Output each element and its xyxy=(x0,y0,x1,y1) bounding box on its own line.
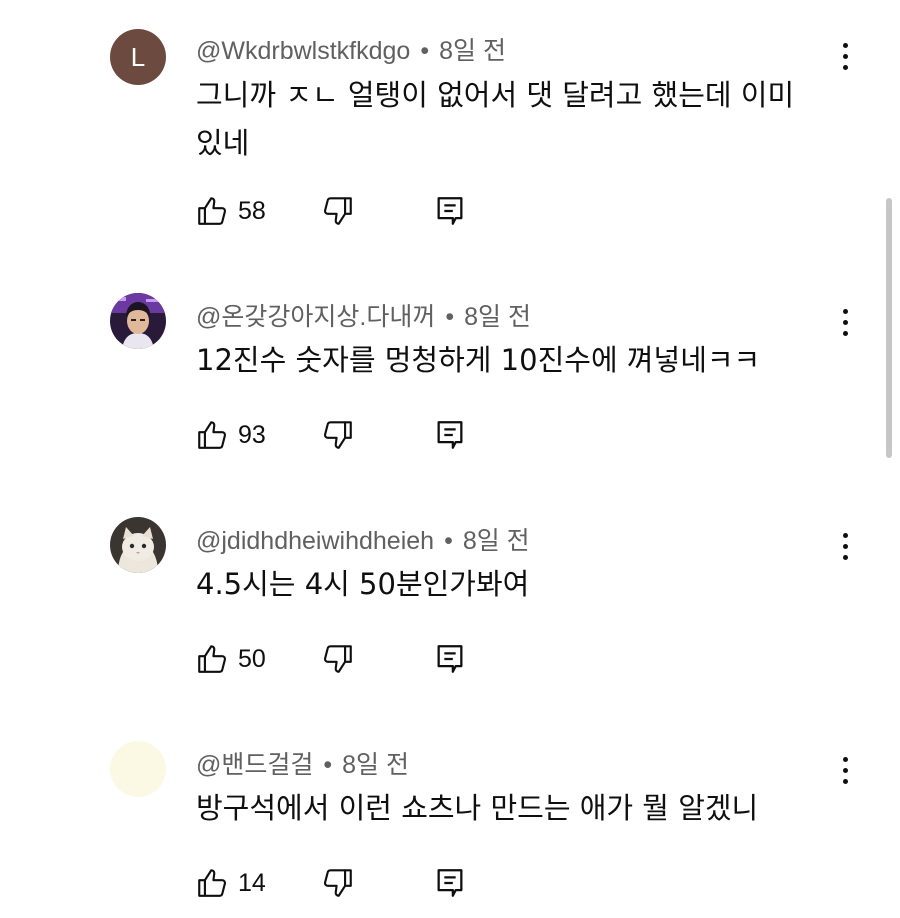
reply-button[interactable] xyxy=(430,863,470,903)
avatar[interactable]: L xyxy=(110,29,166,85)
comment-meta: @Wkdrbwlstkfkdgo • 8일 전 xyxy=(196,31,506,67)
more-vert-icon xyxy=(842,42,848,48)
thumbs-down-icon xyxy=(323,869,352,897)
reply-comment-icon xyxy=(437,869,463,897)
more-vert-icon xyxy=(842,756,848,762)
more-vert-icon-dot xyxy=(842,319,848,325)
comment-item: @jdidhdheiwihdheieh • 8일 전 4.5시는 4시 50분인가봐… xyxy=(0,448,900,673)
avatar-letter: L xyxy=(130,41,146,72)
comment-time[interactable]: 8일 전 xyxy=(464,303,531,331)
person-photo-icon xyxy=(110,293,166,349)
like-count: 93 xyxy=(238,420,266,449)
more-vert-icon-dot xyxy=(842,330,848,336)
more-options-button[interactable] xyxy=(830,36,860,76)
more-vert-icon-dot xyxy=(842,543,848,549)
thumbs-up-icon xyxy=(198,869,227,897)
comment-text: 4.5시는 4시 50분인가봐여 xyxy=(196,567,530,601)
comment-text: 12진수 숫자를 멍청하게 10진수에 껴넣네ㅋㅋ xyxy=(196,343,761,377)
avatar[interactable] xyxy=(110,517,166,573)
more-vert-icon xyxy=(842,308,848,314)
comment-time[interactable]: 8일 전 xyxy=(463,527,530,555)
comment-item: L @Wkdrbwlstkfkdgo • 8일 전 그니까 ㅈㄴ 얼탱이 없어서 댓… xyxy=(0,0,900,225)
thumbs-down-icon xyxy=(323,645,352,673)
more-vert-icon-dot xyxy=(842,767,848,773)
comment-meta: @밴드걸걸 • 8일 전 xyxy=(196,745,409,781)
comment-item: @밴드걸걸 • 8일 전 방구석에서 이런 쇼츠나 만드는 애가 뭘 알겠니 14 xyxy=(0,672,900,897)
meta-separator: • xyxy=(323,751,333,779)
scrollbar[interactable] xyxy=(886,198,892,458)
comment-time[interactable]: 8일 전 xyxy=(342,751,409,779)
thumbs-down-icon xyxy=(323,421,352,449)
like-count: 14 xyxy=(238,868,266,897)
avatar[interactable] xyxy=(110,293,166,349)
comment-meta: @온갖강아지상.다내꺼 • 8일 전 xyxy=(196,297,531,333)
meta-separator: • xyxy=(445,303,455,331)
comment-actions: 14 xyxy=(192,863,470,903)
like-count: 58 xyxy=(238,196,266,225)
dislike-button[interactable] xyxy=(318,863,358,903)
comment-author[interactable]: @밴드걸걸 xyxy=(196,751,313,779)
thumbs-up-icon xyxy=(198,421,227,449)
more-vert-icon-dot xyxy=(842,778,848,784)
comment-author[interactable]: @온갖강아지상.다내꺼 xyxy=(196,303,435,331)
comment-item: @온갖강아지상.다내꺼 • 8일 전 12진수 숫자를 멍청하게 10진수에 껴넣네… xyxy=(0,224,900,449)
like-button[interactable] xyxy=(192,863,232,903)
comment-text: 그니까 ㅈㄴ 얼탱이 없어서 댓 달려고 했는데 이미 있네 xyxy=(196,78,795,160)
comment-meta: @jdidhdheiwihdheieh • 8일 전 xyxy=(196,521,530,557)
more-vert-icon-dot xyxy=(842,53,848,59)
like-count: 50 xyxy=(238,644,266,673)
meta-separator: • xyxy=(444,527,453,555)
more-vert-icon-dot xyxy=(842,554,848,560)
more-options-button[interactable] xyxy=(830,750,860,790)
thumbs-up-icon xyxy=(198,197,227,225)
comment-author[interactable]: @jdidhdheiwihdheieh xyxy=(196,527,434,555)
avatar[interactable] xyxy=(110,741,166,797)
more-options-button[interactable] xyxy=(830,526,860,566)
more-vert-icon-dot xyxy=(842,64,848,70)
comment-time[interactable]: 8일 전 xyxy=(439,37,506,65)
more-vert-icon xyxy=(842,532,848,538)
meta-separator: • xyxy=(420,37,430,65)
comment-text: 방구석에서 이런 쇼츠나 만드는 애가 뭘 알겠니 xyxy=(196,791,759,825)
thumbs-up-icon xyxy=(198,645,227,673)
cat-photo-icon xyxy=(110,517,166,573)
thumbs-down-icon xyxy=(323,197,352,225)
comment-author[interactable]: @Wkdrbwlstkfkdgo xyxy=(196,37,410,65)
more-options-button[interactable] xyxy=(830,302,860,342)
